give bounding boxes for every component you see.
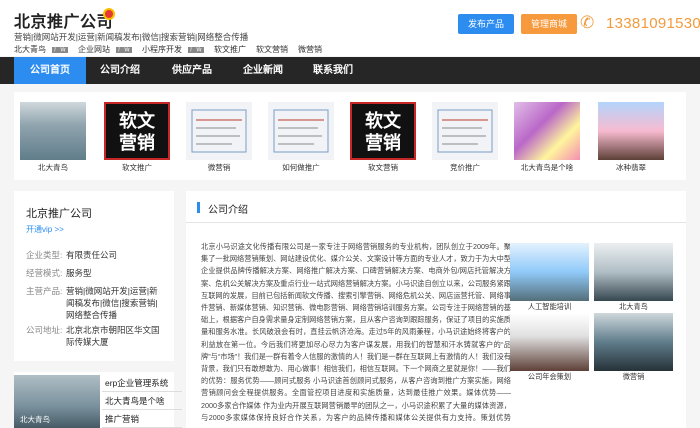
intro-paragraph: 北京小马识途文化传播有限公司是一家专注于网络营销服务的专业机构，团队创立于200…: [201, 242, 511, 421]
info-key: 公司地址:: [26, 325, 63, 335]
verified-badge-icon: [103, 8, 115, 20]
header-link[interactable]: 软文推广: [214, 45, 251, 54]
section-title: 公司介绍: [208, 205, 248, 216]
gallery-item[interactable]: 竞价推广: [432, 102, 498, 172]
gallery-image: [598, 102, 664, 160]
gallery-caption: 如何做推广: [282, 163, 320, 172]
header-link[interactable]: 企业网站 广告: [78, 45, 137, 54]
header-link[interactable]: 微营销: [298, 45, 327, 54]
header-link[interactable]: 北大青鸟 广告: [14, 45, 73, 54]
company-tagline: 营销|微网站开发|运营|新闻稿发布|微信|搜索营销|网络整合传播: [14, 32, 249, 42]
gallery-caption: 软文推广: [122, 163, 152, 172]
nav-item[interactable]: 供应产品: [156, 57, 228, 84]
intro-photo-caption: 北大青鸟: [619, 302, 648, 311]
gallery-image: [514, 102, 580, 160]
gallery-item[interactable]: 北大青鸟: [20, 102, 86, 172]
section-header: 公司介绍: [186, 191, 686, 223]
gallery-caption: 北大青鸟: [38, 163, 68, 172]
nav-item[interactable]: 企业新闻: [228, 57, 298, 84]
intro-photo-image: [510, 243, 589, 301]
manage-mall-button[interactable]: 管理商城: [521, 14, 578, 34]
ad-tag: 广告: [116, 47, 133, 53]
company-name: 北京推广公司: [26, 208, 92, 220]
gallery-caption: 微营销: [207, 163, 231, 172]
open-vip-link[interactable]: 开通vip >>: [26, 224, 64, 235]
section-accent-bar: [197, 202, 200, 213]
publish-product-button[interactable]: 发布产品: [458, 14, 515, 34]
intro-photo[interactable]: 人工智能培训: [510, 243, 589, 311]
product-gallery: 北大青鸟 软文 营销 软文推广 微营销 如何做推广 软文 营销 软文营销 竞价推广 北大青鸟是个啥冰…: [14, 92, 686, 180]
gallery-item[interactable]: 软文 营销 软文推广: [104, 102, 170, 172]
info-key: 经营模式:: [26, 268, 63, 278]
related-list-item[interactable]: 北大青鸟是个啥: [102, 392, 182, 410]
phone-number: 13381091530: [606, 15, 700, 32]
gallery-image: [432, 102, 498, 160]
company-info-card: 北京推广公司 开通vip >> 企业类型: 有限责任公司 经营模式: 服务型 主营产品:…: [14, 191, 174, 361]
intro-photo-caption: 人工智能培训: [527, 302, 572, 311]
gallery-item[interactable]: 北大青鸟是个啥: [514, 102, 580, 172]
gallery-caption: 北大青鸟是个啥: [520, 163, 574, 172]
intro-photo[interactable]: 北大青鸟: [594, 243, 673, 311]
header-link[interactable]: 软文营销: [256, 45, 293, 54]
info-value: 营销|微网站开发|运营|新闻稿发布|微信|搜索营销|网络整合传播: [66, 286, 158, 320]
related-image-caption: 北大青鸟: [20, 415, 50, 424]
intro-photo-image: [594, 313, 673, 371]
gallery-image: 软文 营销: [350, 102, 416, 160]
header: 北京推广公司 营销|微网站开发|运营|新闻稿发布|微信|搜索营销|网络整合传播 …: [0, 0, 700, 56]
phone-icon: ✆: [580, 13, 595, 32]
info-value: 服务型: [66, 268, 92, 278]
info-value: 有限责任公司: [66, 250, 118, 260]
intro-photo-image: [594, 243, 673, 301]
gallery-caption: 冰种翡翠: [616, 163, 646, 172]
ad-tag: 广告: [188, 47, 205, 53]
intro-photo-caption: 公司年会策划: [527, 372, 572, 381]
gallery-item[interactable]: 软文 营销 软文营销: [350, 102, 416, 172]
info-key: 企业类型:: [26, 250, 63, 260]
company-intro-panel: 公司介绍 北京小马识途文化传播有限公司是一家专注于网络营销服务的专业机构，团队创…: [186, 191, 686, 428]
gallery-image: [20, 102, 86, 160]
related-list: erp企业管理系统 北大青鸟是个啥 推广营销: [102, 374, 182, 428]
nav-item[interactable]: 公司介绍: [86, 57, 154, 84]
gallery-item[interactable]: 微营销: [186, 102, 252, 172]
intro-photo-caption: 微营销: [622, 372, 645, 381]
gallery-image: 软文 营销: [104, 102, 170, 160]
header-links: 北大青鸟 广告 企业网站 广告 小程序开发 广告 软文推广 软文营销 微营销: [14, 44, 332, 55]
gallery-item[interactable]: 如何做推广: [268, 102, 334, 172]
ad-tag: 广告: [52, 47, 69, 53]
gallery-caption: 软文营销: [368, 163, 398, 172]
related-list-item[interactable]: 推广营销: [102, 410, 182, 428]
gallery-item[interactable]: 冰种翡翠: [598, 102, 664, 172]
gallery-caption: 竞价推广: [450, 163, 480, 172]
nav-item[interactable]: 公司首页: [14, 57, 86, 84]
intro-photo-image: [510, 313, 589, 371]
nav-item[interactable]: 联系我们: [298, 57, 368, 84]
related-list-item[interactable]: erp企业管理系统: [102, 374, 182, 392]
company-title[interactable]: 北京推广公司: [14, 8, 113, 32]
info-value: 北京北京市朝阳区华文国际传媒大厦: [66, 325, 160, 347]
main-nav: 公司首页 公司介绍 供应产品 企业新闻 联系我们: [0, 57, 700, 84]
intro-photo[interactable]: 公司年会策划: [510, 313, 589, 381]
gallery-image: [186, 102, 252, 160]
info-key: 主营产品:: [26, 286, 63, 296]
gallery-image: [268, 102, 334, 160]
header-link[interactable]: 小程序开发 广告: [142, 45, 209, 54]
intro-photo[interactable]: 微营销: [594, 313, 673, 381]
related-image[interactable]: 北大青鸟: [14, 375, 100, 428]
related-card: 北大青鸟 erp企业管理系统 北大青鸟是个啥 推广营销: [14, 372, 182, 428]
